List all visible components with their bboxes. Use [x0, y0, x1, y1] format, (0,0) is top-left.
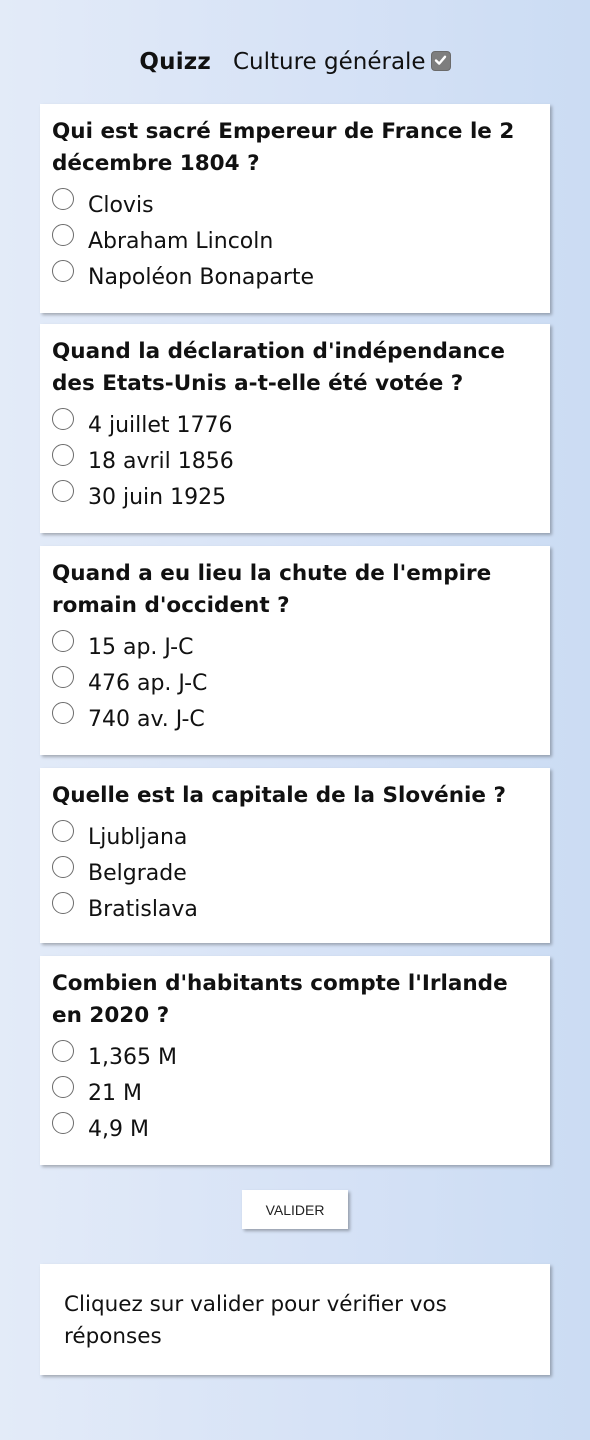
radio-button[interactable] [52, 1040, 74, 1062]
app-header: Quizz Culture générale [0, 44, 590, 80]
answer-label: Ljubljana [88, 825, 188, 850]
radio-button[interactable] [52, 702, 74, 724]
answer-label: 21 M [88, 1081, 142, 1106]
answer-label: 476 ap. J-C [88, 671, 208, 696]
question-card-2: Quand la déclaration d'indépendance des … [40, 324, 550, 533]
answer-label: 1,365 M [88, 1045, 177, 1070]
answer-option[interactable]: Bratislava [52, 890, 538, 926]
question-text: Quelle est la capitale de la Slovénie ? [52, 783, 506, 808]
answer-label: 30 juin 1925 [88, 485, 227, 510]
question-text: Quand la déclaration d'indépendance des … [52, 339, 505, 396]
answer-option[interactable]: 18 avril 1856 [52, 442, 538, 478]
radio-button[interactable] [52, 1112, 74, 1134]
answer-option[interactable]: 15 ap. J-C [52, 628, 538, 664]
radio-button[interactable] [52, 666, 74, 688]
radio-button[interactable] [52, 892, 74, 914]
question-text: Qui est sacré Empereur de France le 2 dé… [52, 119, 515, 176]
answer-label: 4,9 M [88, 1117, 149, 1142]
radio-button[interactable] [52, 408, 74, 430]
question-text: Quand a eu lieu la chute de l'empire rom… [52, 561, 492, 618]
checkbox-checked-icon [430, 51, 451, 71]
answer-option[interactable]: 476 ap. J-C [52, 664, 538, 700]
answer-option[interactable]: 740 av. J-C [52, 700, 538, 736]
result-message: Cliquez sur valider pour vérifier vos ré… [40, 1264, 550, 1375]
question-text: Combien d'habitants compte l'Irlande en … [52, 971, 508, 1028]
answer-label: 4 juillet 1776 [88, 413, 233, 438]
answer-option[interactable]: Clovis [52, 186, 538, 222]
question-card-3: Quand a eu lieu la chute de l'empire rom… [40, 546, 550, 755]
answer-label: 740 av. J-C [88, 707, 205, 732]
radio-button[interactable] [52, 856, 74, 878]
answer-option[interactable]: 4,9 M [52, 1110, 538, 1146]
answer-label: Clovis [88, 193, 154, 218]
app-title: Quizz [139, 49, 211, 75]
quiz-category: Culture générale [232, 49, 426, 75]
answer-option[interactable]: 1,365 M [52, 1038, 538, 1074]
radio-button[interactable] [52, 260, 74, 282]
radio-button[interactable] [52, 224, 74, 246]
radio-button[interactable] [52, 444, 74, 466]
answer-option[interactable]: 30 juin 1925 [52, 478, 538, 514]
radio-button[interactable] [52, 480, 74, 502]
answer-option[interactable]: Abraham Lincoln [52, 222, 538, 258]
radio-button[interactable] [52, 1076, 74, 1098]
answer-label: Bratislava [88, 897, 198, 922]
radio-button[interactable] [52, 188, 74, 210]
answer-option[interactable]: 4 juillet 1776 [52, 406, 538, 442]
answer-label: Belgrade [88, 861, 187, 886]
question-card-5: Combien d'habitants compte l'Irlande en … [40, 956, 550, 1165]
radio-button[interactable] [52, 630, 74, 652]
answer-label: 18 avril 1856 [88, 449, 234, 474]
answer-option[interactable]: Napoléon Bonaparte [52, 258, 538, 294]
answer-label: 15 ap. J-C [88, 635, 194, 660]
answer-label: Napoléon Bonaparte [88, 265, 315, 290]
answer-option[interactable]: 21 M [52, 1074, 538, 1110]
question-card-1: Qui est sacré Empereur de France le 2 dé… [40, 104, 550, 313]
answer-option[interactable]: Belgrade [52, 854, 538, 890]
radio-button[interactable] [52, 820, 74, 842]
question-card-4: Quelle est la capitale de la Slovénie ? … [40, 768, 550, 943]
answer-option[interactable]: Ljubljana [52, 818, 538, 854]
validate-button[interactable]: VALIDER [242, 1190, 348, 1229]
answer-label: Abraham Lincoln [88, 229, 274, 254]
